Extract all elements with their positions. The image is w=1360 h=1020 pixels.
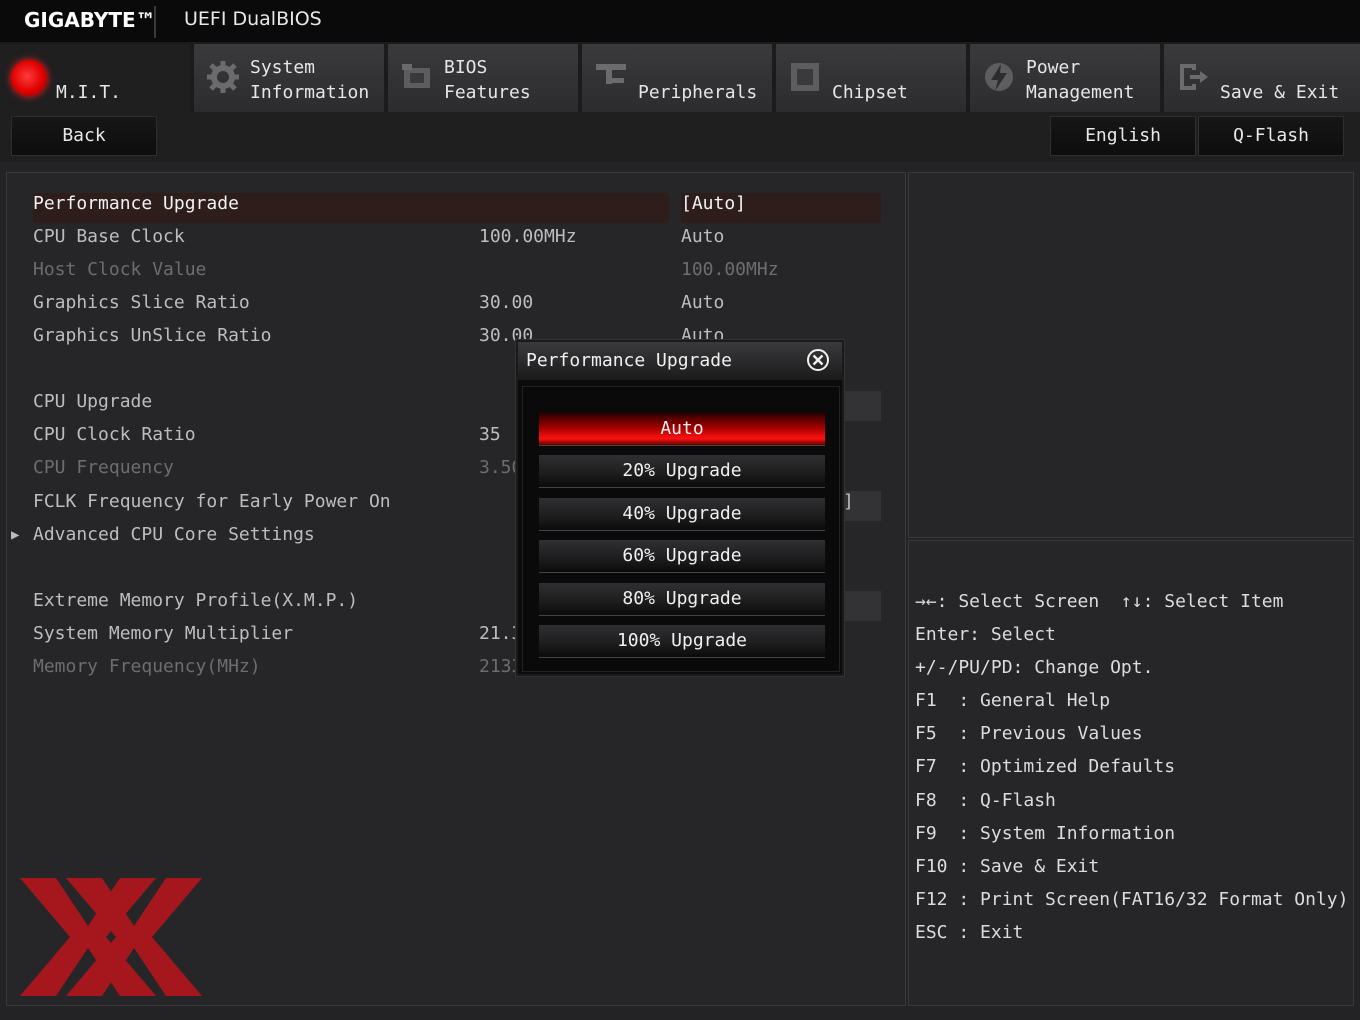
top-bar: GIGABYTE™ UEFI DualBIOS <box>0 0 1360 43</box>
setting-name: CPU Base Clock <box>33 226 185 247</box>
setting-name: Graphics Slice Ratio <box>33 292 250 313</box>
back-button[interactable]: Back <box>11 116 157 156</box>
setting-value: 35 <box>479 424 501 445</box>
help-line: F7 : Optimized Defaults <box>915 756 1176 777</box>
setting-value: 100.00MHz <box>479 226 577 247</box>
power-icon <box>985 63 1013 91</box>
language-button[interactable]: English <box>1050 116 1196 156</box>
setting-name: System Memory Multiplier <box>33 623 294 644</box>
setting-name: CPU Clock Ratio <box>33 424 196 445</box>
tab-save-exit[interactable]: Save & Exit <box>1164 44 1360 112</box>
chipset-icon <box>791 63 819 91</box>
setting-option[interactable]: Auto <box>681 222 724 252</box>
setting-name: Graphics UnSlice Ratio <box>33 325 272 346</box>
tab-bios-features[interactable]: BIOS Features <box>388 44 580 112</box>
tab-peripherals[interactable]: Peripherals <box>582 44 774 112</box>
qflash-button[interactable]: Q-Flash <box>1198 116 1344 156</box>
dialog-title: Performance Upgrade <box>526 350 732 371</box>
close-icon[interactable] <box>806 348 830 372</box>
help-line: F5 : Previous Values <box>915 723 1143 744</box>
dialog-header: Performance Upgrade <box>518 342 842 380</box>
option-100-upgrade[interactable]: 100% Upgrade <box>539 625 825 658</box>
help-line: ESC : Exit <box>915 922 1024 943</box>
setting-value: 30.00 <box>479 292 534 313</box>
setting-name: CPU Frequency <box>33 457 174 478</box>
performance-upgrade-dialog: Performance Upgrade Auto 20% Upgrade 40%… <box>516 340 844 676</box>
exit-icon <box>1180 64 1208 90</box>
option-80-upgrade[interactable]: 80% Upgrade <box>539 583 825 616</box>
setting-name: Performance Upgrade <box>33 193 239 214</box>
help-line: F8 : Q-Flash <box>915 790 1056 811</box>
setting-name: Host Clock Value <box>33 259 207 280</box>
setting-name: CPU Upgrade <box>33 391 153 412</box>
tab-system-information[interactable]: System Information <box>194 44 386 112</box>
gear-icon <box>207 61 239 93</box>
help-line: F12 : Print Screen(FAT16/32 Format Only) <box>915 889 1349 910</box>
tab-label: M.I.T. <box>56 82 122 103</box>
bios-title: UEFI DualBIOS <box>184 8 322 30</box>
setting-option: 100.00MHz <box>681 259 779 280</box>
brand-separator <box>154 6 156 38</box>
dialog-options: Auto 20% Upgrade 40% Upgrade 60% Upgrade… <box>522 386 840 672</box>
tab-label: System Information <box>250 57 370 103</box>
peripherals-icon <box>596 64 626 84</box>
tab-chipset[interactable]: Chipset <box>776 44 968 112</box>
setting-option[interactable]: ] <box>843 487 854 517</box>
tab-label: Save & Exit <box>1220 82 1340 103</box>
tab-label: Peripherals <box>638 82 758 103</box>
watermark-logo <box>20 878 202 996</box>
option-box <box>839 591 881 621</box>
setting-option[interactable]: [Auto] <box>681 189 746 219</box>
help-line: F10 : Save & Exit <box>915 856 1100 877</box>
help-line: +/-/PU/PD: Change Opt. <box>915 657 1154 678</box>
setting-option[interactable]: Auto <box>681 288 724 318</box>
tab-label: BIOS Features <box>444 57 531 103</box>
tab-label: Power Management <box>1026 57 1135 103</box>
option-20-upgrade[interactable]: 20% Upgrade <box>539 455 825 488</box>
help-line: F1 : General Help <box>915 690 1111 711</box>
help-panel: →←: Select Screen ↑↓: Select Item Enter:… <box>908 540 1354 1006</box>
submenu-arrow-icon: ▶ <box>11 527 20 543</box>
option-40-upgrade[interactable]: 40% Upgrade <box>539 498 825 531</box>
tab-power-management[interactable]: Power Management <box>970 44 1162 112</box>
main-tabs: M.I.T. System Information BIOS Features … <box>0 42 1360 112</box>
info-panel <box>908 172 1354 538</box>
option-box <box>839 391 881 421</box>
brand-logo: GIGABYTE™ <box>24 8 156 32</box>
setting-name: Advanced CPU Core Settings <box>33 524 315 545</box>
setting-name: Extreme Memory Profile(X.M.P.) <box>33 590 359 611</box>
setting-name: FCLK Frequency for Early Power On <box>33 491 391 512</box>
tab-label: Chipset <box>832 82 908 103</box>
setting-name: Memory Frequency(MHz) <box>33 656 261 677</box>
option-60-upgrade[interactable]: 60% Upgrade <box>539 540 825 573</box>
help-line: →←: Select Screen ↑↓: Select Item <box>915 591 1284 612</box>
help-line: F9 : System Information <box>915 823 1176 844</box>
mit-red-dot-icon <box>11 60 47 96</box>
tab-mit[interactable]: M.I.T. <box>0 44 192 112</box>
bios-chip-icon <box>402 64 430 88</box>
sub-toolbar: Back English Q-Flash <box>0 112 1360 162</box>
option-auto[interactable]: Auto <box>539 413 825 446</box>
help-line: Enter: Select <box>915 624 1056 645</box>
